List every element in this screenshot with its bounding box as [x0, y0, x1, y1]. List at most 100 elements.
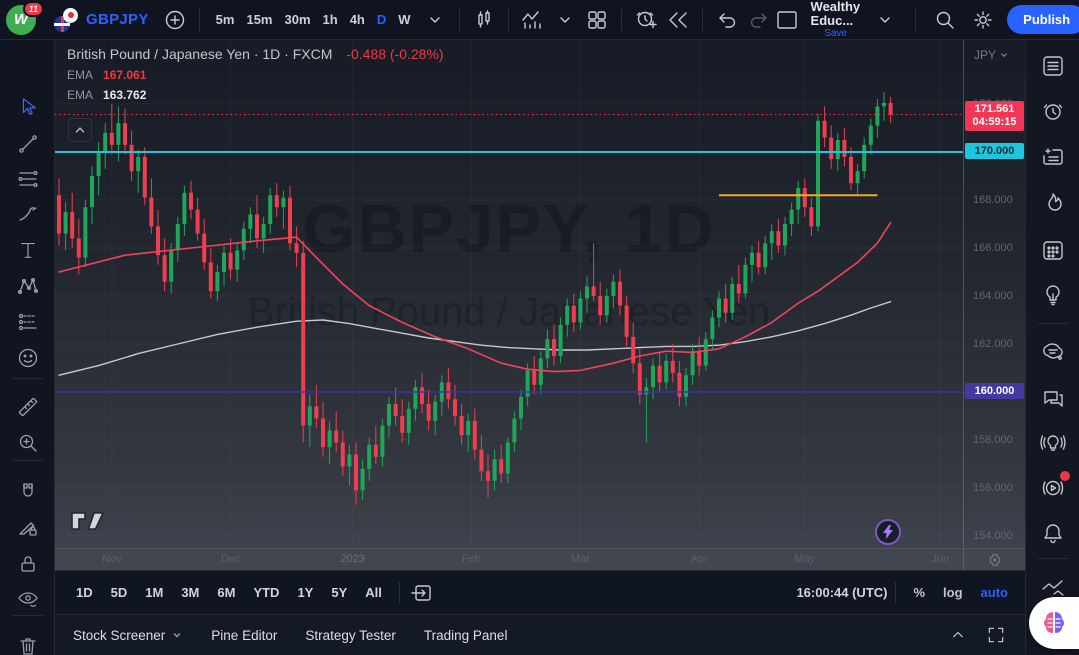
symbol-button[interactable]: GBPJPY	[86, 11, 149, 28]
lock-all-drawings-icon[interactable]	[14, 550, 41, 577]
timeframe-W[interactable]: W	[392, 8, 416, 31]
panel-expand-chevron-icon[interactable]	[947, 621, 969, 649]
live-ideas-icon[interactable]	[1039, 429, 1067, 457]
timeframe-5m[interactable]: 5m	[210, 8, 241, 31]
range-All[interactable]: All	[356, 580, 391, 605]
redo-button[interactable]	[745, 6, 773, 34]
time-axis[interactable]: Nov Dec 2023 Feb Mar Apr May Jun	[55, 548, 963, 570]
price-axis[interactable]: JPY 172.000170.000168.000166.000164.0001…	[963, 40, 1025, 548]
layout-name-button[interactable]: Wealthy Educ... Save	[811, 0, 861, 39]
legend-indicator-row[interactable]: EMA 163.762	[67, 88, 444, 102]
hotlists-flame-icon[interactable]	[1039, 190, 1067, 218]
range-1D[interactable]: 1D	[67, 580, 102, 605]
separator	[507, 8, 509, 31]
indicators-dropdown-chevron-icon[interactable]	[551, 6, 579, 34]
remove-drawings-trash-icon[interactable]	[14, 632, 41, 655]
minds-icon[interactable]	[1039, 338, 1067, 366]
legend-indicator-row[interactable]: EMA 167.061	[67, 68, 444, 82]
trend-line-tool-icon[interactable]	[14, 130, 41, 157]
footer-tab-trading-panel[interactable]: Trading Panel	[410, 620, 522, 651]
undo-button[interactable]	[713, 6, 741, 34]
footer-tab-pine-editor[interactable]: Pine Editor	[197, 620, 291, 651]
layout-select-button[interactable]	[773, 6, 801, 34]
percent-scale-button[interactable]: %	[904, 581, 934, 604]
layout-dropdown-chevron-icon[interactable]	[871, 6, 899, 34]
price-axis-label: 156.000	[973, 482, 1013, 494]
candlestick-chart[interactable]	[55, 40, 963, 548]
alerts-clock-icon[interactable]	[1039, 98, 1067, 126]
search-icon[interactable]	[931, 6, 959, 34]
measure-tool-icon[interactable]	[14, 393, 41, 420]
separator	[458, 8, 460, 31]
range-5Y[interactable]: 5Y	[322, 580, 356, 605]
grid-layout-button[interactable]	[583, 6, 611, 34]
bottom-toolbar: 1D 5D 1M 3M 6M YTD 1Y 5Y All 16:00:44 (UTC) % lo…	[55, 570, 1025, 614]
go-to-date-button[interactable]	[408, 579, 436, 607]
range-YTD[interactable]: YTD	[244, 580, 288, 605]
indicator-value: 167.061	[103, 68, 147, 82]
range-1M[interactable]: 1M	[136, 580, 172, 605]
fib-retracement-tool-icon[interactable]	[14, 165, 41, 192]
current-price: 171.561	[974, 102, 1015, 115]
clock-utc[interactable]: 16:00:44 (UTC)	[796, 585, 887, 600]
emoji-tool-icon[interactable]	[14, 344, 41, 371]
price-level-tag-indigo[interactable]: 160.000	[965, 383, 1024, 399]
add-symbol-button[interactable]	[161, 6, 189, 34]
legend-title-row[interactable]: British Pound / Japanese Yen · 1D · FXCM…	[67, 46, 444, 62]
text-tool-icon[interactable]	[14, 236, 41, 263]
legend-collapse-button[interactable]	[68, 118, 92, 142]
drawing-mode-lock-icon[interactable]	[14, 514, 41, 541]
timeframe-30m[interactable]: 30m	[279, 8, 317, 31]
timeframe-15m[interactable]: 15m	[240, 8, 278, 31]
save-label[interactable]: Save	[824, 28, 847, 39]
bar-replay-button[interactable]	[664, 6, 692, 34]
notifications-bell-icon[interactable]	[1039, 520, 1067, 548]
time-axis-label-apr: Apr	[690, 553, 708, 565]
timeframe-dropdown-chevron-icon[interactable]	[421, 6, 449, 34]
pattern-tool-icon[interactable]	[14, 272, 41, 299]
settings-gear-icon[interactable]	[969, 6, 997, 34]
range-5D[interactable]: 5D	[102, 580, 137, 605]
forecast-tool-icon[interactable]	[14, 308, 41, 335]
streams-icon[interactable]	[1039, 471, 1070, 502]
chart-style-candles-button[interactable]	[470, 6, 498, 34]
auto-scale-button[interactable]: auto	[972, 581, 1017, 604]
separator	[198, 8, 200, 31]
price-level-tag-cyan[interactable]: 170.000	[965, 143, 1024, 159]
watchlist-icon[interactable]	[1039, 52, 1067, 80]
log-scale-button[interactable]: log	[934, 581, 972, 604]
brush-tool-icon[interactable]	[14, 200, 41, 227]
hide-drawings-eye-icon[interactable]	[14, 585, 41, 612]
fullscreen-icon[interactable]	[985, 621, 1007, 649]
notes-icon[interactable]	[1039, 143, 1067, 171]
indicator-value: 163.762	[103, 88, 147, 102]
range-1Y[interactable]: 1Y	[288, 580, 322, 605]
chevron-down-icon	[173, 633, 181, 638]
footer-tab-strategy-tester[interactable]: Strategy Tester	[291, 620, 410, 651]
price-axis-label: 168.000	[973, 194, 1013, 206]
zoom-in-tool-icon[interactable]	[14, 429, 41, 456]
chat-icon[interactable]	[1039, 384, 1067, 412]
cursor-tool-icon[interactable]	[14, 93, 41, 120]
range-3M[interactable]: 3M	[172, 580, 208, 605]
indicators-button[interactable]	[519, 6, 547, 34]
ideas-lightbulb-icon[interactable]	[1039, 281, 1067, 309]
publish-button[interactable]: Publish	[1007, 5, 1079, 34]
timeframe-D[interactable]: D	[371, 8, 392, 31]
divider	[12, 378, 43, 379]
calendar-icon[interactable]	[1039, 236, 1067, 264]
user-avatar[interactable]: W 11	[6, 0, 44, 35]
price-axis-currency[interactable]: JPY	[974, 48, 1009, 62]
ai-assistant-button[interactable]	[1029, 597, 1079, 649]
axis-settings-gear-icon[interactable]	[963, 548, 1025, 570]
magnet-mode-icon[interactable]	[14, 478, 41, 505]
quick-action-lightning-button[interactable]	[875, 519, 901, 545]
alert-button[interactable]	[632, 6, 660, 34]
tradingview-logo[interactable]	[70, 510, 106, 537]
timeframe-1h[interactable]: 1h	[317, 8, 344, 31]
legend-sep: ·	[253, 46, 259, 62]
chart-pane[interactable]: GBPJPY, 1D British Pound / Japanese Yen …	[55, 40, 963, 548]
timeframe-4h[interactable]: 4h	[344, 8, 371, 31]
range-6M[interactable]: 6M	[208, 580, 244, 605]
footer-tab-stock-screener[interactable]: Stock Screener	[59, 620, 197, 651]
